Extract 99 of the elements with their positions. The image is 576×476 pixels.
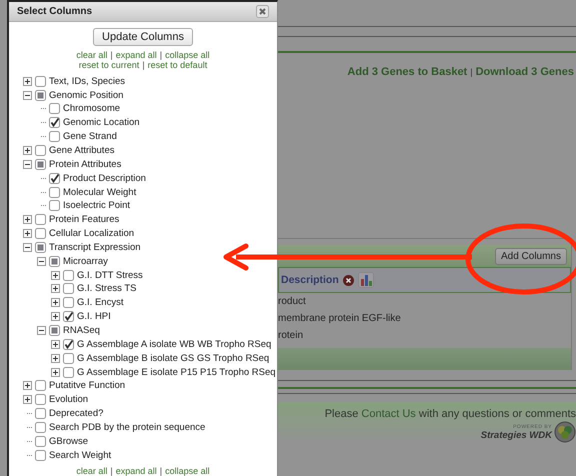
checkbox[interactable] (63, 311, 74, 322)
checkbox[interactable] (63, 352, 74, 364)
tree-action-link[interactable]: collapse all (165, 50, 210, 60)
tree-action-link[interactable]: collapse all (165, 466, 210, 476)
column-option-label[interactable]: G Assemblage E isolate P15 P15 Tropho RSeq (77, 366, 276, 378)
checkbox[interactable] (49, 103, 60, 114)
expander-icon[interactable] (23, 146, 32, 156)
tree-action-link[interactable]: clear all (76, 50, 108, 60)
link-separator: | (160, 466, 162, 476)
checkbox[interactable] (35, 450, 46, 461)
column-option-label[interactable]: Evolution (49, 394, 88, 406)
column-option-label[interactable]: Microarray (63, 256, 108, 267)
expander-icon[interactable] (51, 284, 60, 294)
checkbox[interactable] (63, 338, 74, 350)
checkbox[interactable] (49, 131, 60, 142)
table-cell-text: membrane protein EGF-like (278, 312, 402, 326)
column-option-label[interactable]: Transcript Expression (49, 242, 141, 253)
column-option-label[interactable]: Cellular Localization (49, 228, 134, 240)
column-option-label[interactable]: Molecular Weight (63, 186, 136, 198)
tree-action-link[interactable]: expand all (116, 50, 157, 60)
checkbox[interactable] (35, 158, 46, 170)
checkbox[interactable] (49, 200, 60, 212)
column-option-label[interactable]: Product Description (63, 172, 146, 184)
column-option-label[interactable]: G.I. DTT Stress (77, 270, 143, 281)
column-option-label[interactable]: G Assemblage A isolate WB WB Tropho RSeq (77, 338, 272, 350)
expander-icon[interactable] (37, 256, 46, 266)
expander-icon[interactable] (37, 326, 46, 335)
link-separator: | (142, 60, 145, 70)
tree-action-link[interactable]: reset to current (78, 60, 140, 70)
column-option-label[interactable]: G.I. Stress TS (77, 283, 136, 294)
tree-action-link[interactable]: expand all (116, 466, 157, 476)
checkbox[interactable] (35, 422, 46, 433)
add-columns-button[interactable]: Add Columns (494, 248, 567, 264)
column-option-label[interactable]: Protein Features (49, 214, 120, 226)
expander-icon[interactable] (51, 312, 60, 322)
checkbox[interactable] (63, 270, 74, 281)
table-cell-text: roduct (278, 295, 307, 309)
expander-icon[interactable] (51, 298, 60, 308)
column-option-label[interactable]: Genomic Location (63, 117, 140, 128)
expander-icon[interactable] (23, 229, 32, 238)
logo-name: Strategies WDK (480, 430, 552, 440)
checkbox[interactable] (49, 186, 60, 198)
remove-icon[interactable] (342, 274, 354, 286)
checkbox[interactable] (35, 76, 46, 87)
checkbox[interactable] (35, 394, 46, 406)
checkbox[interactable] (35, 242, 46, 253)
column-option-label[interactable]: G Assemblage B isolate GS GS Tropho RSeq (77, 352, 270, 364)
link-separator: | (160, 50, 162, 60)
expander-icon[interactable] (51, 368, 60, 377)
footer-text: Please Contact Us with any questions or comments (324, 408, 576, 420)
update-columns-button[interactable]: Update Columns (93, 28, 193, 46)
checkbox[interactable] (35, 228, 46, 240)
checkbox[interactable] (49, 324, 60, 336)
expander-icon[interactable] (51, 354, 60, 363)
checkbox[interactable] (35, 90, 46, 101)
checkbox[interactable] (63, 283, 74, 294)
column-option-label[interactable]: G.I. HPI (77, 311, 111, 322)
expander-icon[interactable] (51, 340, 60, 349)
checkbox[interactable] (63, 366, 74, 378)
checkbox[interactable] (35, 408, 46, 420)
checkbox[interactable] (49, 256, 60, 267)
column-option-label[interactable]: Search PDB by the protein sequence (49, 422, 206, 433)
expander-icon[interactable] (23, 395, 32, 404)
expander-icon[interactable] (23, 76, 32, 86)
expander-icon[interactable] (51, 270, 60, 280)
expander-icon[interactable] (23, 381, 32, 390)
link-separator: | (110, 50, 113, 60)
logo-icon (554, 421, 576, 443)
column-option-label[interactable]: Isoelectric Point (63, 200, 130, 212)
column-option-label[interactable]: Gene Strand (63, 131, 117, 142)
link-separator: | (470, 67, 473, 77)
column-option-label[interactable]: Chromosome (63, 103, 120, 114)
checkbox[interactable] (63, 297, 74, 308)
column-option-label[interactable]: Protein Attributes (49, 158, 122, 170)
checkbox[interactable] (35, 145, 46, 156)
checkbox[interactable] (35, 436, 46, 447)
checkbox[interactable] (35, 380, 46, 392)
column-option-label[interactable]: Deprecated? (49, 408, 104, 420)
tree-action-link[interactable]: reset to default (148, 60, 208, 70)
checkbox[interactable] (49, 172, 60, 184)
column-option-label[interactable]: RNASeq (63, 324, 100, 336)
checkbox[interactable] (49, 117, 60, 128)
close-icon[interactable] (256, 5, 269, 18)
expander-icon[interactable] (23, 90, 32, 100)
expander-icon[interactable] (23, 242, 32, 252)
table-cell-text: rotein (278, 329, 304, 343)
column-option-label[interactable]: Genomic Position (49, 90, 124, 101)
column-option-label[interactable]: Putatitve Function (49, 380, 126, 392)
column-option-label[interactable]: G.I. Encyst (77, 297, 124, 308)
dialog-title: Select Columns (17, 6, 92, 18)
checkbox[interactable] (35, 214, 46, 226)
column-option-label[interactable]: Text, IDs, Species (49, 76, 126, 87)
column-option-label[interactable]: GBrowse (49, 436, 88, 447)
expander-icon[interactable] (23, 215, 32, 224)
expander-icon[interactable] (23, 160, 32, 169)
link-separator: | (110, 466, 113, 476)
column-option-label[interactable]: Search Weight (49, 450, 112, 461)
column-option-label[interactable]: Gene Attributes (49, 145, 114, 156)
tree-action-link[interactable]: clear all (76, 466, 108, 476)
